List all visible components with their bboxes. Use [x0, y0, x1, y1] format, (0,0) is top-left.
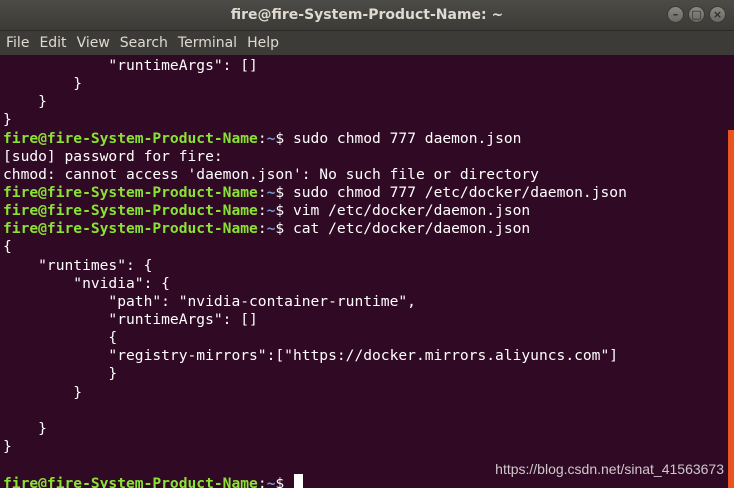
prompt-separator: :	[257, 220, 267, 238]
output-line: "runtimeArgs": []	[3, 57, 258, 74]
menu-search[interactable]: Search	[114, 35, 172, 51]
prompt-separator: :	[257, 202, 267, 220]
terminal-lines: "runtimeArgs": [] } }} fire@fire-System-P…	[3, 57, 627, 488]
output-line: "runtimes": {	[3, 256, 153, 274]
window-title: fire@fire-System-Product-Name: ~	[230, 7, 504, 23]
maximize-icon[interactable]: □	[688, 6, 705, 23]
terminal-output[interactable]: "runtimeArgs": [] } }} fire@fire-System-P…	[0, 55, 728, 488]
command-text: cat /etc/docker/daemon.json	[292, 220, 531, 238]
output-line: {	[3, 238, 12, 256]
output-line: }	[3, 111, 12, 129]
menu-help[interactable]: Help	[241, 35, 283, 51]
command-line: fire@fire-System-Product-Name:~$ vim /et…	[3, 202, 627, 220]
close-icon[interactable]: ×	[709, 6, 726, 23]
command-line: fire@fire-System-Product-Name:~$ sudo ch…	[3, 130, 627, 148]
prompt-separator: :	[257, 183, 267, 201]
prompt-user: fire@fire-System-Product-Name	[3, 183, 258, 201]
prompt-symbol: $	[275, 202, 293, 220]
output-line: {	[3, 329, 118, 347]
scrollbar[interactable]	[728, 55, 734, 488]
output-line: "registry-mirrors":["https://docker.mirr…	[3, 347, 619, 365]
watermark: https://blog.csdn.net/sinat_41563673	[495, 461, 724, 477]
prompt-symbol: $	[275, 220, 293, 238]
menu-edit[interactable]: Edit	[33, 35, 70, 51]
output-line: }	[3, 437, 12, 455]
prompt-user: fire@fire-System-Product-Name	[3, 220, 258, 238]
command-text: sudo chmod 777 /etc/docker/daemon.json	[292, 183, 627, 201]
window-controls: – □ ×	[667, 6, 726, 23]
output-line: }	[3, 93, 47, 111]
prompt-symbol: $	[275, 129, 293, 147]
prompt-user: fire@fire-System-Product-Name	[3, 129, 258, 147]
command-text: vim /etc/docker/daemon.json	[292, 202, 531, 220]
output-line: "path": "nvidia-container-runtime",	[3, 292, 416, 310]
output-line: }	[3, 75, 83, 93]
output-line: }	[3, 419, 47, 437]
minimize-icon[interactable]: –	[667, 6, 684, 23]
menu-bar: File Edit View Search Terminal Help	[0, 31, 734, 55]
command-line: fire@fire-System-Product-Name:~$ sudo ch…	[3, 184, 627, 202]
terminal-window: fire@fire-System-Product-Name: ~ – □ × F…	[0, 0, 734, 488]
output-line: [sudo] password for fire:	[3, 147, 223, 165]
output-line: chmod: cannot access 'daemon.json': No s…	[3, 165, 539, 183]
output-line: "nvidia": {	[3, 274, 170, 292]
output-line: "runtimeArgs": []	[3, 310, 258, 328]
menu-view[interactable]: View	[71, 35, 114, 51]
prompt-symbol: $	[275, 183, 293, 201]
output-line: }	[3, 383, 83, 401]
menu-file[interactable]: File	[0, 35, 33, 51]
prompt-separator: :	[257, 129, 267, 147]
command-line: fire@fire-System-Product-Name:~$ cat /et…	[3, 220, 627, 238]
prompt-symbol: $	[275, 475, 293, 488]
output-line: }	[3, 365, 118, 383]
menu-terminal[interactable]: Terminal	[172, 35, 241, 51]
command-text: sudo chmod 777 daemon.json	[292, 129, 522, 147]
prompt-user: fire@fire-System-Product-Name	[3, 202, 258, 220]
scrollbar-thumb[interactable]	[728, 130, 734, 488]
prompt-user: fire@fire-System-Product-Name	[3, 475, 258, 488]
text-cursor[interactable]	[293, 474, 303, 488]
title-bar[interactable]: fire@fire-System-Product-Name: ~ – □ ×	[0, 0, 734, 31]
prompt-separator: :	[257, 475, 267, 488]
